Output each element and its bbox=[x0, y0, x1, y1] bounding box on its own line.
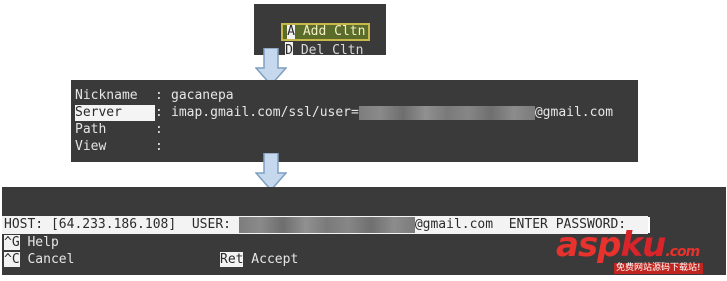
config-row-view[interactable]: View : bbox=[75, 139, 171, 155]
watermark-tagline: 免费网站源码下载站! bbox=[614, 263, 703, 274]
watermark-logo: aspku.com 免费网站源码下载站! bbox=[556, 228, 724, 276]
field-label-server: Server bbox=[75, 105, 155, 121]
account-config-panel: Nickname : gacanepa Server : imap.gmail.… bbox=[71, 80, 638, 162]
down-arrow-icon bbox=[255, 153, 287, 191]
field-separator: : bbox=[155, 139, 171, 154]
config-row-path[interactable]: Path : bbox=[75, 122, 171, 138]
menu-item-label: Del Cltn bbox=[293, 43, 364, 55]
shortcut-key-accept[interactable]: Ret bbox=[220, 252, 244, 267]
watermark-brand-b: ku bbox=[620, 225, 667, 265]
help-row-2-accept: Ret Accept bbox=[220, 252, 298, 268]
password-prompt-bar: HOST: [64.233.186.108] USER: @gmail.com … bbox=[2, 216, 648, 234]
menu-item-add-cltn[interactable]: A Add Cltn bbox=[281, 23, 370, 41]
field-separator: : bbox=[155, 88, 171, 103]
prompt-host-text: HOST: [64.233.186.108] USER: bbox=[4, 217, 239, 232]
redacted-username bbox=[358, 105, 535, 120]
shortcut-key-cancel[interactable]: ^C bbox=[4, 252, 20, 267]
field-value-nickname: gacanepa bbox=[171, 88, 234, 103]
help-row-1: ^G Help bbox=[4, 235, 59, 251]
server-value-prefix: imap.gmail.com/ssl/user= bbox=[171, 105, 359, 120]
config-row-nickname[interactable]: Nickname : gacanepa bbox=[75, 88, 234, 104]
watermark-tld: .com bbox=[665, 244, 700, 260]
field-label-view: View bbox=[75, 139, 107, 154]
menu-item-label: Add Cltn bbox=[295, 24, 366, 39]
field-separator: : bbox=[155, 122, 171, 137]
config-row-server[interactable]: Server : imap.gmail.com/ssl/user= @gmail.… bbox=[75, 105, 613, 121]
redacted-user bbox=[238, 216, 415, 233]
field-value-server: imap.gmail.com/ssl/user= @gmail.com bbox=[171, 105, 613, 121]
menu-hotkey-a: A bbox=[287, 24, 295, 39]
shortcut-label-cancel: Cancel bbox=[19, 252, 75, 267]
server-value-suffix: @gmail.com bbox=[534, 105, 614, 120]
field-label-nickname: Nickname bbox=[75, 88, 138, 103]
shortcut-label-accept: Accept bbox=[243, 252, 299, 267]
watermark-brand-a: asp bbox=[556, 225, 622, 265]
field-separator: : bbox=[155, 105, 171, 120]
shortcut-key-help[interactable]: ^G bbox=[4, 235, 20, 250]
help-row-2: ^C Cancel bbox=[4, 252, 74, 268]
menu-item-del-cltn[interactable]: D Del Cltn bbox=[285, 42, 363, 55]
shortcut-label-help: Help bbox=[19, 235, 59, 250]
field-label-path: Path bbox=[75, 122, 107, 137]
